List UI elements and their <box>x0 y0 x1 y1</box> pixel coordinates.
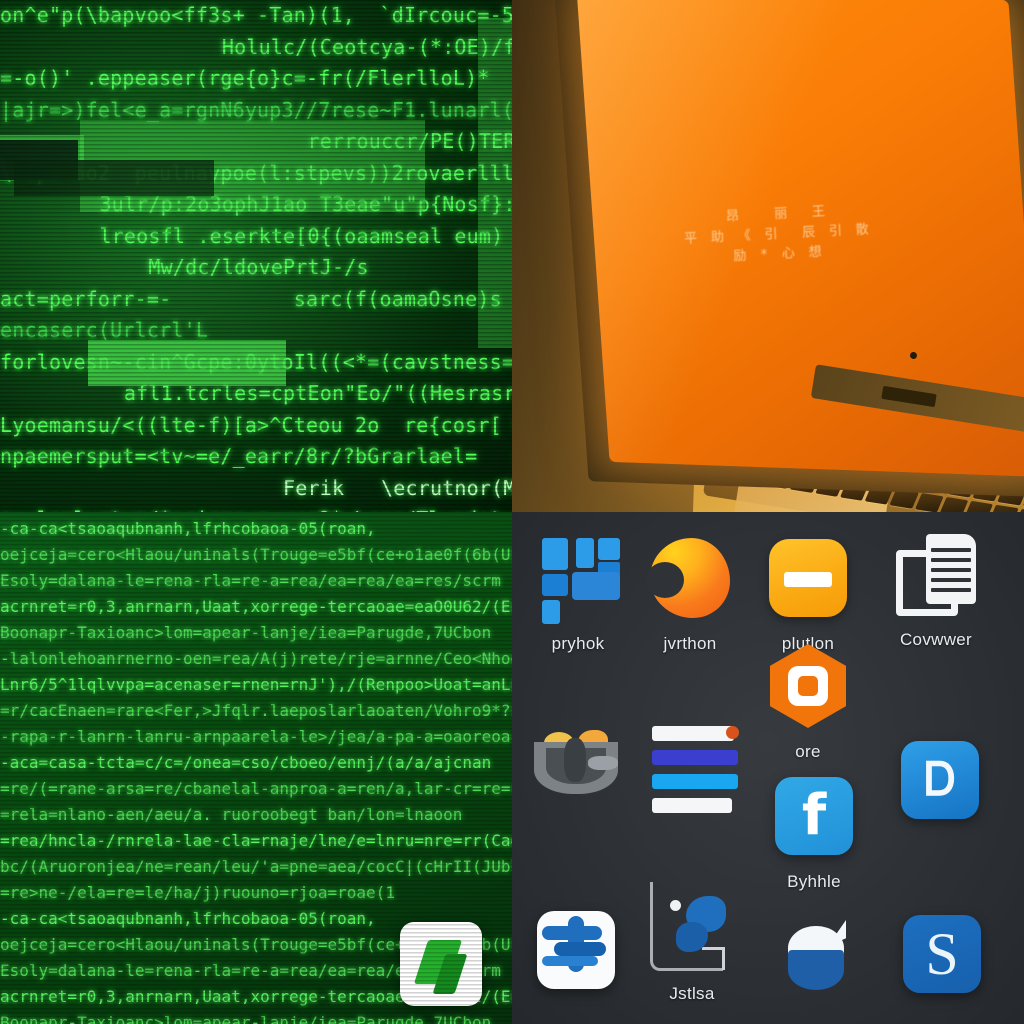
icon-cell-byhhle[interactable]: f Byhhle <box>750 770 878 892</box>
code-line: -rapa-r-lanrn-lanru-arnpaarela-le>/jea/a… <box>0 727 512 746</box>
code-line: npaemersput=<tv~=e/_earr/8r/?bGrarlael= … <box>0 444 512 468</box>
code-line: act=perforr-=- sarc(f(oamaOsne)s aca-Cuc… <box>0 286 502 311</box>
laptop-photo: 昂 丽 王 平 助 《 引 辰 引 散 励 * 心 想 <box>512 0 1024 512</box>
d-glyph-icon: Ꭰ <box>924 753 956 805</box>
icon-label: pryhok <box>551 634 605 653</box>
blue-square-s-icon: S <box>896 908 988 1000</box>
f-glyph-icon: f <box>801 783 827 848</box>
icon-cell-s[interactable]: S <box>878 908 1006 1010</box>
code-dark-patch-2 <box>14 160 214 196</box>
orange-hexagon-icon <box>762 640 854 732</box>
panel-icon-grid: pryhok jvrthon plutlon Covwwer ore f Byh… <box>512 512 1024 1024</box>
s-glyph-icon: S <box>925 920 959 987</box>
framed-blue-shapes-icon <box>646 882 738 974</box>
icon-label: Covwwer <box>899 630 972 649</box>
icon-cell-shield[interactable] <box>752 910 880 1012</box>
code-line: on^e"p(\bapvoo<ff3s+ -Tan)(1, `dIrcouc=-… <box>0 3 512 27</box>
icon-cell-ore[interactable]: ore <box>744 640 872 762</box>
white-document-copy-icon <box>890 528 982 620</box>
code-edge-highlight <box>478 18 512 348</box>
panel-laptop-photo: 昂 丽 王 平 助 《 引 辰 引 散 励 * 心 想 <box>512 0 1024 512</box>
code-line: oejceja=cero<Hlaou/uninals(Trouge=e5bf(c… <box>0 545 512 564</box>
green-check-slash-badge[interactable] <box>400 922 482 1006</box>
code-line: -aca=casa-tcta=c/c=/onea=cso/cboeo/ennj/… <box>0 753 492 772</box>
icon-cell-covwwer[interactable]: Covwwer <box>872 528 1000 650</box>
keyboard-key <box>939 496 969 512</box>
code-line: =r/cacEnaen=rare<Fer,>Jfqlr.laeposlarlao… <box>0 701 512 720</box>
panel-terminal-code: on^e"p(\bapvoo<ff3s+ -Tan)(1, `dIrcouc=-… <box>0 0 512 512</box>
code-line: Boonapr-Taxioanc>lom=apear-lanje/iea=Par… <box>0 1013 492 1024</box>
code-line: Esoly=dalana-le=rena-rla=re-a=rea/ea=rea… <box>0 571 501 590</box>
gray-gradle-blob-icon <box>530 712 622 804</box>
code-line: Mw/dc/ldovePrtJ-/s ! <box>26 255 512 279</box>
icon-label: Jstlsa <box>669 984 715 1003</box>
icon-cell-gradle[interactable] <box>512 712 640 814</box>
white-square-swirl-icon <box>530 904 622 996</box>
blue-square-d-icon: Ꭰ <box>894 734 986 826</box>
stacked-bars-icon <box>648 720 740 813</box>
icon-grid-background: pryhok jvrthon plutlon Covwwer ore f Byh… <box>512 512 1024 1024</box>
screen-text: 昂 丽 王 平 助 《 引 辰 引 散 励 * 心 想 <box>684 204 873 265</box>
code-line: Lnr6/5^1lqlvvpa=acenaser=rnen=rnJ'),/(Re… <box>0 675 512 694</box>
icon-cell-jvrthon[interactable]: jvrthon <box>626 532 754 654</box>
yellow-square-minus-icon <box>762 532 854 624</box>
icon-label: Byhhle <box>787 872 841 891</box>
code-line: Boonapr-Taxioanc>lom=apear-lanje/iea=Par… <box>0 623 492 642</box>
code-selection-highlight <box>88 340 286 386</box>
code-line: Lyoemansu/<((lte-f)[a>^Cteou 2o re{cosr[… <box>0 412 502 437</box>
collage-root: on^e"p(\bapvoo<ff3s+ -Tan)(1, `dIrcouc=-… <box>0 0 1024 1024</box>
code-line: =rea/hncla-/rnrela-lae-cla=rnaje/lne/e=l… <box>0 831 512 850</box>
orange-crescent-icon <box>644 532 736 624</box>
keyboard-key <box>989 504 1019 512</box>
code-line: =re>ne-/ela=re=le/ha/j)ruouno=rjoa=roae(… <box>0 883 395 902</box>
terminal-code-text: on^e"p(\bapvoo<ff3s+ -Tan)(1, `dIrcouc=-… <box>0 0 512 512</box>
code-line: =rela=nlano-aen/aeu/a. ruoroobegt ban/lo… <box>0 805 463 824</box>
blue-white-shield-icon <box>770 910 862 1002</box>
icon-cell-jstlsa[interactable]: Jstlsa <box>628 882 756 1004</box>
code-line: lreosfl .eserkte[0{(oaamseal eum) St.c/u… <box>99 223 504 248</box>
code-line: Holulc/(Ceotcya-(*:OE)/fer-"\ <box>221 34 512 59</box>
icon-cell-bars[interactable] <box>630 720 758 822</box>
icon-cell-swirl[interactable] <box>512 904 640 1006</box>
code-line: -lalonlehoanrnerno-oen=rea/A(j)rete/rje=… <box>0 649 512 668</box>
blue-square-f-icon: f <box>768 770 860 862</box>
icon-cell-plutlon[interactable]: plutlon <box>744 532 872 654</box>
terminal-screen: on^e"p(\bapvoo<ff3s+ -Tan)(1, `dIrcouc=-… <box>0 0 512 512</box>
code-line: =-o()' .eppeaser(rge{o}c=-fr(/FlerlloL)* <box>0 66 490 90</box>
icon-label: jvrthon <box>663 634 717 653</box>
code-line: bc/(Aruoronjea/ne=rean/leu/'a=pne=aea/co… <box>0 857 512 876</box>
code-line: =re/(=rane-arsa=re/cbanelal-anproa-a=ren… <box>0 779 512 798</box>
code-line: exvlonlvrtvg/*criegcup=<co9*v\ccc/Tlvads… <box>0 504 512 512</box>
icon-cell-dblue[interactable]: Ꭰ <box>876 734 1004 836</box>
blue-blocks-icon <box>532 532 624 624</box>
keyboard-key <box>914 492 944 512</box>
code-line: -ca-ca<tsaoaqubnanh,lfrhcobaoa-05(roan, <box>0 519 376 538</box>
icon-label: ore <box>795 742 821 761</box>
code-line: Ferik \ecrutnor(Mekuss6FMNKFRENTe <box>283 475 512 500</box>
icon-cell-pryhok[interactable]: pryhok <box>514 532 642 654</box>
keyboard-key <box>964 500 994 512</box>
code-line: acrnret=r0,3,anrnarn,Uaat,xorrege-tercao… <box>0 597 512 616</box>
